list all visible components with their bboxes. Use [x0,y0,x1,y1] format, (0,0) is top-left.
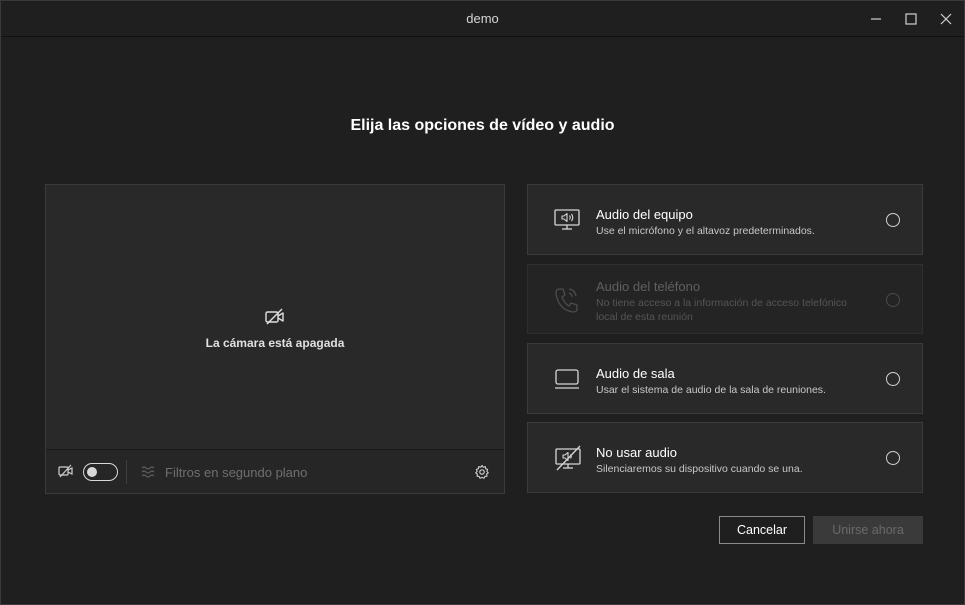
audio-option-title: Audio del equipo [596,207,693,222]
audio-option-radio[interactable] [886,372,900,386]
toolbar-divider [126,460,127,484]
camera-off-icon [265,308,284,325]
camera-off-small-icon [58,464,73,478]
minimize-button[interactable] [859,1,893,37]
gear-icon[interactable] [474,464,490,480]
no-audio-icon [555,445,581,471]
app-window: demo Elija las opciones de vídeo y audio… [0,0,965,605]
page-title: Elija las opciones de vídeo y audio [350,117,615,134]
camera-off-label: La cámara está apagada [205,336,345,350]
close-button[interactable] [929,1,963,37]
audio-option-description: No tiene acceso a la información de acce… [596,297,847,323]
audio-option-radio[interactable] [886,451,900,465]
audio-option-no-audio[interactable]: No usar audio Silenciaremos su dispositi… [527,422,923,493]
audio-option-title: No usar audio [596,445,677,460]
computer-speaker-icon [554,209,580,230]
audio-option-room[interactable]: Audio de sala Usar el sistema de audio d… [527,343,923,414]
audio-option-description: Use el micrófono y el altavoz predetermi… [596,225,815,237]
camera-toggle[interactable] [83,463,118,481]
maximize-button[interactable] [894,1,928,37]
audio-option-computer[interactable]: Audio del equipo Use el micrófono y el a… [527,184,923,255]
minimize-icon [871,18,881,20]
background-filters-label: Filtros en segundo plano [165,465,308,480]
join-now-button[interactable]: Unirse ahora [813,516,923,544]
room-display-icon [555,369,579,389]
audio-option-title: Audio de sala [596,366,675,381]
title-bar: demo [1,1,964,37]
window-title: demo [466,11,499,26]
audio-option-radio [886,293,900,307]
video-preview: La cámara está apagada [46,185,504,449]
audio-option-description: Silenciaremos su dispositivo cuando se u… [596,463,803,475]
video-toolbar: Filtros en segundo plano [46,449,504,493]
audio-option-radio[interactable] [886,213,900,227]
close-icon [940,13,952,25]
cancel-button[interactable]: Cancelar [719,516,805,544]
audio-option-description: Usar el sistema de audio de la sala de r… [596,384,826,396]
video-preview-panel: La cámara está apagada Filtros en segund… [45,184,505,494]
audio-option-title: Audio del teléfono [596,279,701,294]
camera-toggle-knob [87,466,97,477]
maximize-icon [905,13,917,25]
background-filters-icon [141,466,155,478]
phone-icon [555,288,578,313]
audio-option-phone: Audio del teléfono No tiene acceso a la … [527,264,923,334]
